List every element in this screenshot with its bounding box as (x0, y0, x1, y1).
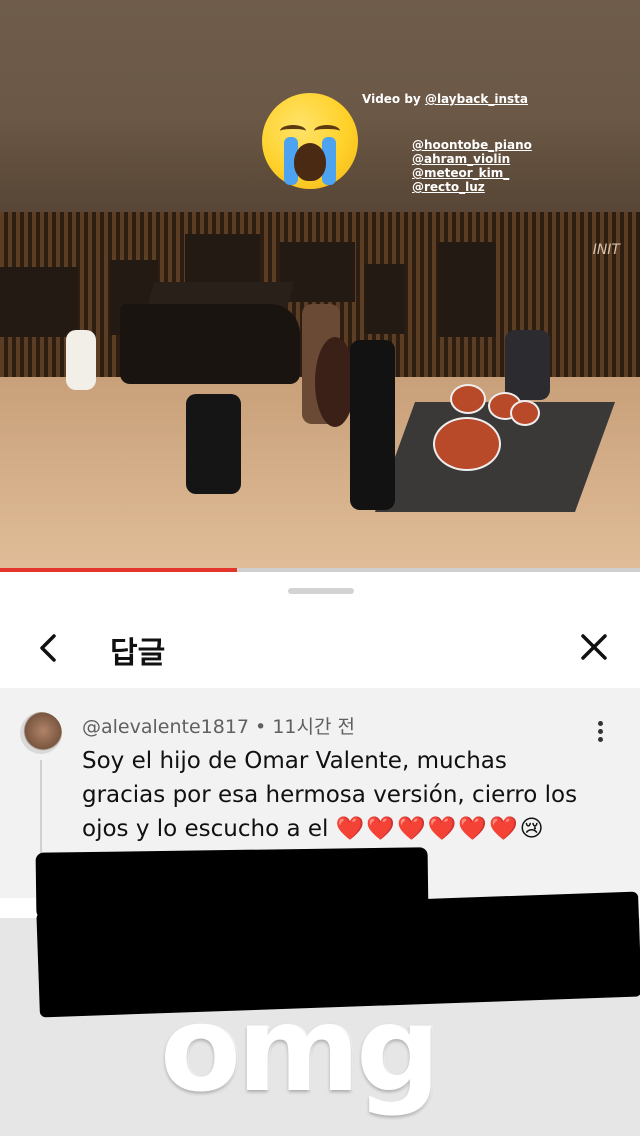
chevron-left-icon (40, 634, 56, 662)
video-wall-panel (280, 242, 355, 302)
video-drummer (505, 330, 550, 400)
avatar[interactable] (20, 712, 62, 754)
emoji-mouth (294, 143, 326, 181)
back-button[interactable] (30, 628, 70, 668)
heart-emojis: ❤️❤️❤️❤️❤️❤️😢 (335, 816, 546, 842)
video-grand-piano (120, 304, 300, 384)
credit-link-bass[interactable]: @meteor_kim_ (412, 166, 532, 180)
omg-text-sticker: omg (160, 980, 440, 1118)
video-progress-fill (0, 568, 237, 572)
emoji-eye-right (314, 125, 340, 137)
crying-face-emoji-sticker (262, 93, 358, 189)
video-tom-drum (450, 384, 486, 414)
video-wall-panel (365, 264, 405, 334)
comment-author[interactable]: @alevalente1817 (82, 716, 249, 738)
video-double-bass (315, 337, 355, 427)
video-by-prefix: Video by (362, 92, 425, 106)
comment-meta: @alevalente1817 • 11시간 전 (82, 712, 355, 739)
comment-time: 11시간 전 (272, 716, 355, 738)
close-button[interactable] (576, 629, 612, 665)
kebab-dot-icon (597, 729, 603, 734)
video-pianist (66, 330, 96, 390)
credit-link-violin[interactable]: @ahram_violin (412, 152, 532, 166)
video-wall-panel (438, 242, 496, 337)
video-bandoneon-player (186, 394, 241, 494)
video-player[interactable]: INIT (0, 212, 640, 572)
musician-credits: @hoontobe_piano @ahram_violin @meteor_ki… (412, 138, 532, 194)
credit-link-drums[interactable]: @recto_luz (412, 180, 532, 194)
video-credit: Video by @layback_insta (362, 92, 528, 106)
video-wall-panel (0, 267, 78, 337)
meta-separator: • (249, 716, 273, 738)
comment-text: Soy el hijo de Omar Valente, muchas grac… (82, 744, 592, 846)
sheet-title: 답글 (110, 636, 166, 671)
video-violinist (350, 340, 395, 510)
kebab-dot-icon (597, 721, 603, 726)
video-snare-drum (510, 400, 540, 426)
close-icon (581, 634, 607, 660)
video-progress-bar[interactable] (0, 568, 640, 572)
video-bass-drum (433, 417, 501, 471)
emoji-eye-left (280, 125, 306, 137)
credit-link-piano[interactable]: @hoontobe_piano (412, 138, 532, 152)
kebab-dot-icon (597, 737, 603, 742)
video-watermark: INIT (592, 242, 620, 258)
video-by-handle-link[interactable]: @layback_insta (425, 92, 528, 106)
sheet-drag-handle[interactable] (288, 588, 354, 594)
